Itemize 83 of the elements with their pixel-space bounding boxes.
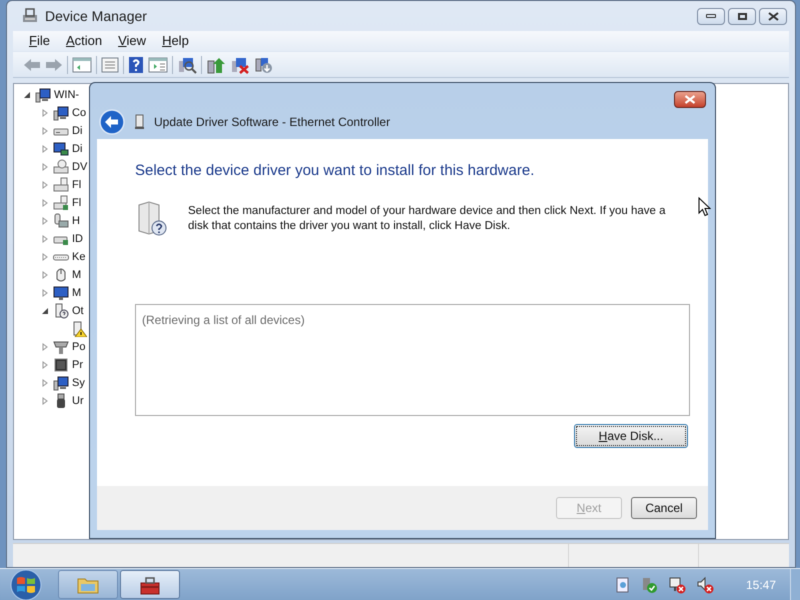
expand-icon[interactable] — [41, 181, 49, 189]
close-icon — [684, 95, 696, 104]
notification-icon[interactable] — [616, 576, 630, 592]
device-icon — [53, 195, 69, 211]
device-icon — [53, 177, 69, 193]
instructions-text: Select the manufacturer and model of your hardware device and then click Next. If you have a disk that contains the driver you want to install, click Have Disk. — [188, 204, 667, 234]
list-placeholder: (Retrieving a list of all devices) — [142, 312, 305, 326]
expand-icon[interactable] — [41, 253, 49, 261]
forward-icon[interactable] — [45, 58, 63, 72]
disable-device-icon[interactable] — [254, 56, 274, 74]
tree-item[interactable]: H — [72, 212, 80, 230]
network-adapter-icon — [135, 114, 144, 130]
tree-item[interactable]: M — [72, 266, 82, 284]
network-icon[interactable] — [668, 576, 686, 594]
have-disk-button[interactable]: Have Disk... — [574, 424, 688, 448]
tree-item[interactable]: ID — [72, 230, 83, 248]
menu-item[interactable]: View — [112, 31, 152, 51]
collapse-icon[interactable] — [23, 91, 31, 99]
close-button[interactable] — [759, 8, 787, 24]
device-icon — [35, 87, 51, 103]
menu-item[interactable]: File — [23, 31, 56, 51]
close-icon — [768, 12, 778, 20]
device-icon — [53, 303, 69, 319]
expand-icon[interactable] — [41, 271, 49, 279]
tree-item[interactable]: Fl — [72, 194, 82, 212]
close-button[interactable] — [674, 91, 706, 108]
cancel-button[interactable]: Cancel — [631, 497, 697, 519]
folder-icon — [77, 576, 99, 594]
device-icon — [53, 375, 69, 391]
device-icon — [53, 357, 69, 373]
expand-icon[interactable] — [41, 235, 49, 243]
expand-icon[interactable] — [41, 145, 49, 153]
scan-hardware-icon[interactable] — [177, 56, 197, 74]
dialog-heading: Select the device driver you want to install for this hardware. — [135, 161, 536, 181]
console-tree-icon[interactable] — [72, 56, 92, 72]
tree-item[interactable]: WIN- — [54, 86, 80, 104]
dialog-title: Update Driver Software - Ethernet Controller — [154, 114, 390, 131]
minimize-button[interactable] — [697, 8, 725, 24]
update-driver-icon[interactable] — [206, 56, 226, 74]
tree-item[interactable]: Sy — [72, 374, 85, 392]
menu-item[interactable]: Action — [60, 31, 108, 51]
tree-item[interactable]: Co — [72, 104, 86, 122]
device-manager-icon — [21, 8, 39, 24]
expand-icon[interactable] — [41, 163, 49, 171]
menu-item[interactable]: Help — [156, 31, 195, 51]
uninstall-icon[interactable] — [230, 56, 250, 74]
expand-icon[interactable] — [41, 199, 49, 207]
maximize-button[interactable] — [728, 8, 756, 24]
tree-item[interactable]: Ke — [72, 248, 86, 266]
tree-item[interactable]: Ur — [72, 392, 84, 410]
collapse-icon[interactable] — [41, 307, 49, 315]
expand-icon[interactable] — [41, 379, 49, 387]
device-icon — [53, 159, 69, 175]
toolbox-icon — [139, 574, 161, 594]
expand-icon[interactable] — [41, 127, 49, 135]
device-icon — [53, 213, 69, 229]
expand-icon[interactable] — [41, 109, 49, 117]
back-button[interactable] — [99, 109, 125, 135]
back-icon[interactable] — [23, 58, 41, 72]
help-icon[interactable] — [128, 56, 144, 74]
expand-icon[interactable] — [41, 289, 49, 297]
device-icon — [53, 141, 69, 157]
taskbar-button[interactable] — [120, 570, 180, 599]
tree-item[interactable]: Ot — [72, 302, 84, 320]
action-pane-icon[interactable] — [148, 56, 168, 72]
tree-item[interactable]: Po — [72, 338, 86, 356]
tree-item[interactable]: Fl — [72, 176, 82, 194]
tree-item[interactable]: Pr — [72, 356, 83, 374]
expand-icon[interactable] — [41, 397, 49, 405]
device-icon — [53, 105, 69, 121]
device-list-box[interactable]: (Retrieving a list of all devices) — [135, 304, 690, 416]
expand-icon[interactable] — [41, 361, 49, 369]
window-title: Device Manager — [45, 6, 147, 26]
properties-icon[interactable] — [101, 56, 119, 72]
expand-icon[interactable] — [41, 343, 49, 351]
tree-item[interactable]: Di — [72, 122, 82, 140]
tree-item[interactable]: M — [72, 284, 82, 302]
device-icon — [53, 285, 69, 301]
expand-icon[interactable] — [41, 217, 49, 225]
volume-icon[interactable] — [696, 576, 714, 594]
device-icon — [53, 339, 69, 355]
tree-item[interactable]: Di — [72, 140, 82, 158]
tree-item[interactable]: DV — [72, 158, 88, 176]
